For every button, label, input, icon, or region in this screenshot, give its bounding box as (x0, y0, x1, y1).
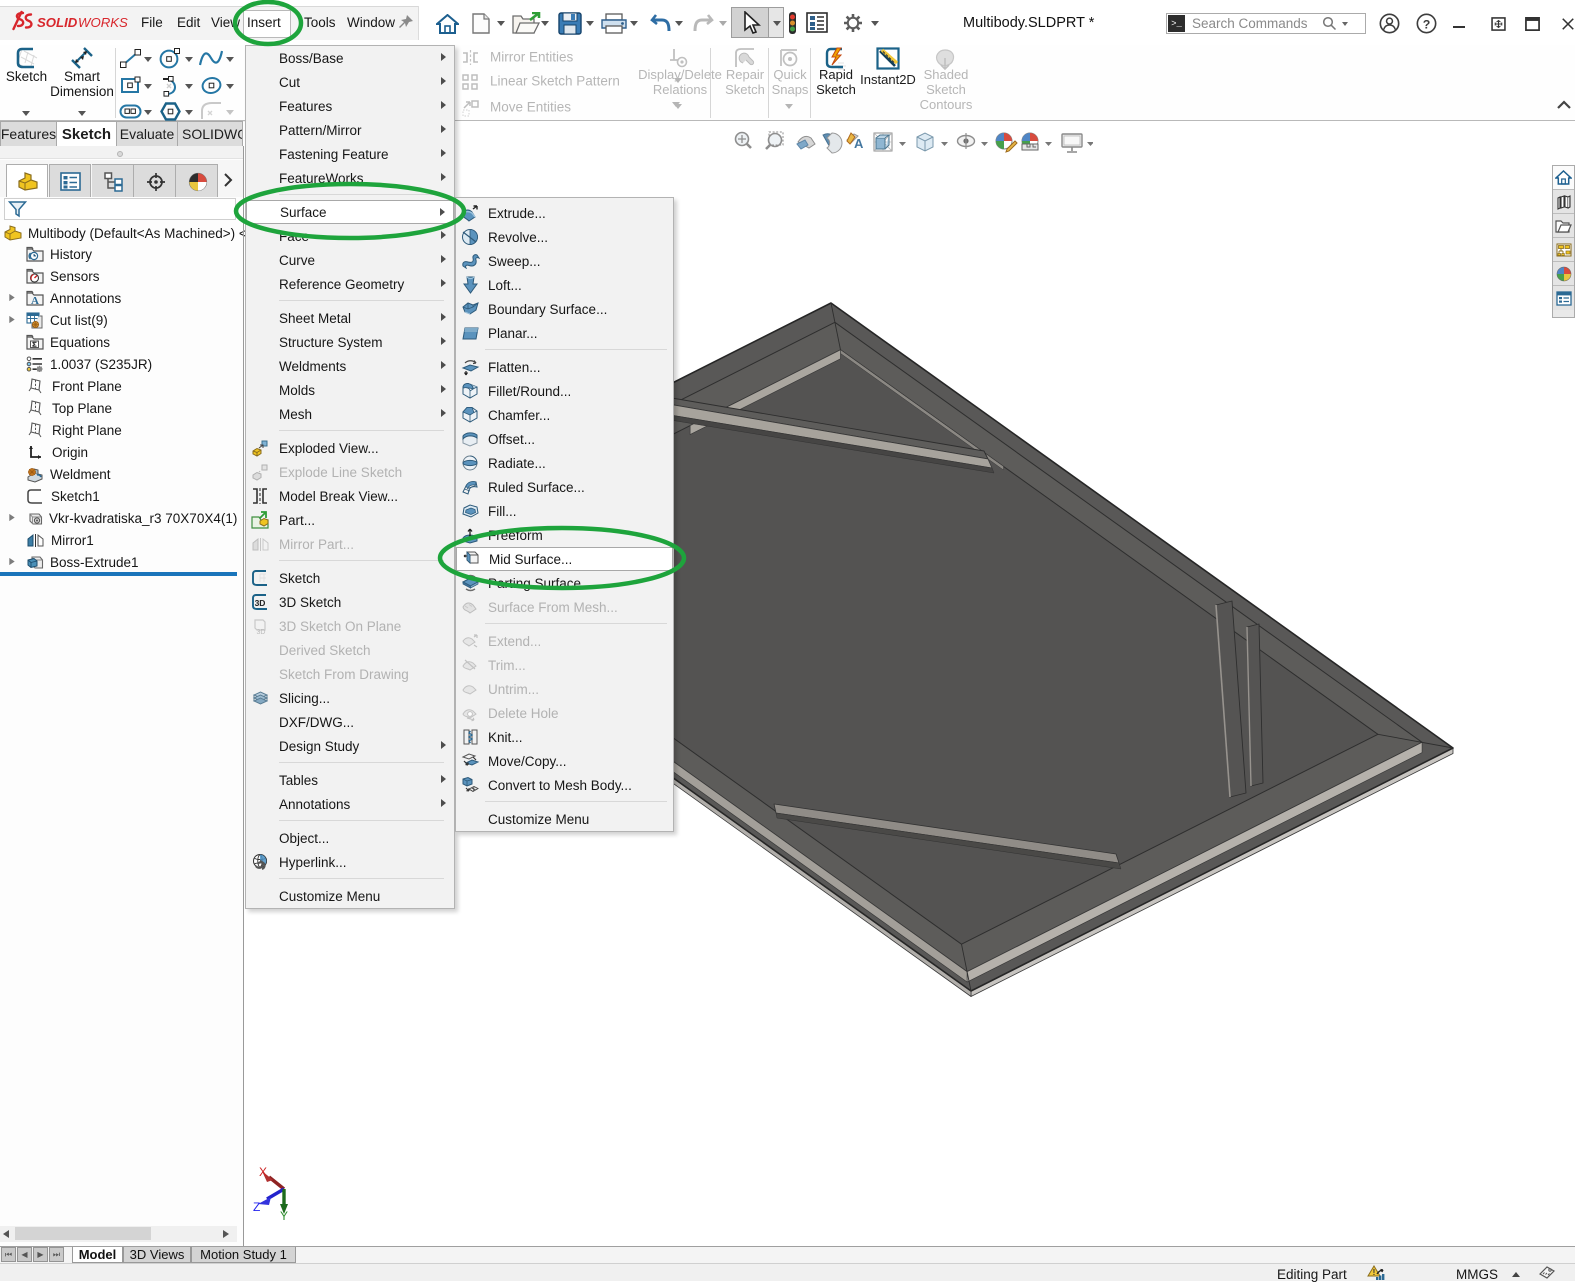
svg-text:!: ! (1373, 1268, 1376, 1277)
svg-text:Y: Y (280, 1209, 288, 1222)
svg-text:WORKS: WORKS (78, 15, 128, 30)
svg-text:A: A (31, 295, 39, 306)
svg-text:SOLID: SOLID (37, 15, 78, 30)
svg-text:X: X (259, 1165, 267, 1179)
svg-text:3D: 3D (255, 598, 266, 608)
svg-text:Z: Z (253, 1200, 260, 1214)
svg-text:3D: 3D (257, 629, 266, 635)
